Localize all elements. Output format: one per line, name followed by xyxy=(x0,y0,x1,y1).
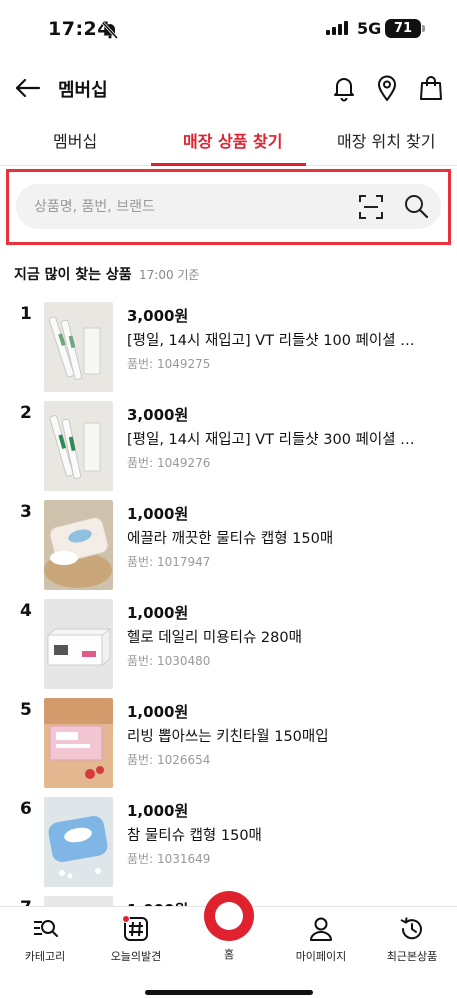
nav-mypage-label: 마이페이지 xyxy=(295,950,347,963)
search-highlight-box xyxy=(6,169,451,245)
nav-category-label: 카테고리 xyxy=(24,950,66,963)
user-icon xyxy=(310,917,332,941)
search-icon[interactable] xyxy=(403,193,429,219)
product-name: 에끌라 깨끗한 물티슈 캡형 150매 xyxy=(127,531,334,547)
bell-icon[interactable] xyxy=(331,74,357,102)
battery-icon: 71 xyxy=(385,19,421,38)
app-header: 멤버십 xyxy=(0,62,457,114)
nav-discover-label: 오늘의발견 xyxy=(110,950,162,963)
hashtag-icon xyxy=(122,915,148,941)
nav-mypage[interactable]: 마이페이지 xyxy=(276,915,366,964)
home-indicator xyxy=(145,990,313,995)
tab-membership[interactable]: 멤버십 xyxy=(53,128,97,152)
tab-store-product-search[interactable]: 매장 상품 찾기 xyxy=(183,128,282,152)
back-arrow-icon[interactable] xyxy=(14,76,42,100)
shopping-bag-icon[interactable] xyxy=(418,74,444,102)
category-search-icon xyxy=(34,920,58,937)
product-name: 리빙 뽑아쓰는 키친타월 150매입 xyxy=(127,729,329,745)
product-image[interactable] xyxy=(44,698,113,788)
search-bar xyxy=(16,184,441,229)
nav-recent-label: 최근본상품 xyxy=(386,950,438,963)
product-image[interactable] xyxy=(44,302,113,392)
product-item[interactable]: 4 1,000원 헬로 데일리 미용티슈 280매 품번: 1030480 xyxy=(0,599,457,697)
product-price: 1,000원 xyxy=(127,703,189,721)
product-price: 1,000원 xyxy=(127,802,189,820)
product-code: 품번: 1017947 xyxy=(127,555,211,569)
product-image[interactable] xyxy=(44,401,113,491)
product-rank: 4 xyxy=(20,601,32,621)
product-code: 품번: 1049275 xyxy=(127,357,211,371)
nav-home-label: 홈 xyxy=(223,948,235,961)
product-price: 3,000원 xyxy=(127,406,189,424)
battery-level: 71 xyxy=(393,21,413,36)
product-rank: 3 xyxy=(20,502,32,522)
product-name: 헬로 데일리 미용티슈 280매 xyxy=(127,630,302,646)
product-name: 참 물티슈 캡형 150매 xyxy=(127,828,262,844)
search-input[interactable] xyxy=(34,184,334,229)
page-title: 멤버십 xyxy=(58,80,108,101)
bell-off-icon xyxy=(101,21,119,39)
product-image[interactable] xyxy=(44,599,113,689)
network-type: 5G xyxy=(357,19,382,38)
nav-recent[interactable]: 최근본상품 xyxy=(367,915,457,964)
product-price: 1,000원 xyxy=(127,505,189,523)
product-item[interactable]: 5 1,000원 리빙 뽑아쓰는 키친타월 150매입 품번: 1026654 xyxy=(0,698,457,796)
location-pin-icon[interactable] xyxy=(374,74,400,102)
product-code: 품번: 1026654 xyxy=(127,753,211,767)
product-price: 1,000원 xyxy=(127,604,189,622)
cellular-signal-icon xyxy=(326,21,348,35)
product-item[interactable]: 6 1,000원 참 물티슈 캡형 150매 품번: 1031649 xyxy=(0,797,457,895)
product-code: 품번: 1030480 xyxy=(127,654,211,668)
section-time: 17:00 기준 xyxy=(139,268,200,282)
product-image[interactable] xyxy=(44,500,113,590)
tab-bar: 멤버십 매장 상품 찾기 매장 위치 찾기 xyxy=(0,120,457,166)
nav-category[interactable]: 카테고리 xyxy=(0,915,90,964)
product-item[interactable]: 2 3,000원 [평일, 14시 재입고] VT 리들샷 300 페이셜 부…… xyxy=(0,401,457,499)
history-icon xyxy=(400,917,422,940)
product-code: 품번: 1049276 xyxy=(127,456,211,470)
battery-nub xyxy=(422,25,425,32)
product-name: [평일, 14시 재입고] VT 리들샷 300 페이셜 부… xyxy=(127,432,427,448)
product-code: 품번: 1031649 xyxy=(127,852,211,866)
product-price: 3,000원 xyxy=(127,307,189,325)
product-name: [평일, 14시 재입고] VT 리들샷 100 페이셜 부스… xyxy=(127,333,427,349)
section-title: 지금 많이 찾는 상품 xyxy=(14,267,132,283)
home-button[interactable] xyxy=(204,891,254,941)
active-tab-indicator xyxy=(151,163,306,166)
product-rank: 1 xyxy=(20,304,32,324)
status-bar: 17:24 5G 71 xyxy=(0,0,457,60)
product-rank: 6 xyxy=(20,799,32,819)
tab-store-location-search[interactable]: 매장 위치 찾기 xyxy=(337,128,436,152)
product-rank: 2 xyxy=(20,403,32,423)
nav-discover[interactable]: 오늘의발견 xyxy=(91,915,181,964)
product-rank: 5 xyxy=(20,700,32,720)
product-image[interactable] xyxy=(44,797,113,887)
bottom-navigation: 카테고리 오늘의발견 홈 마이페이지 최근본상품 xyxy=(0,891,457,998)
product-item[interactable]: 3 1,000원 에끌라 깨끗한 물티슈 캡형 150매 품번: 1017947 xyxy=(0,500,457,598)
product-item[interactable]: 1 3,000원 [평일, 14시 재입고] VT 리들샷 100 페이셜 부스… xyxy=(0,302,457,400)
barcode-scan-icon[interactable] xyxy=(358,194,384,220)
